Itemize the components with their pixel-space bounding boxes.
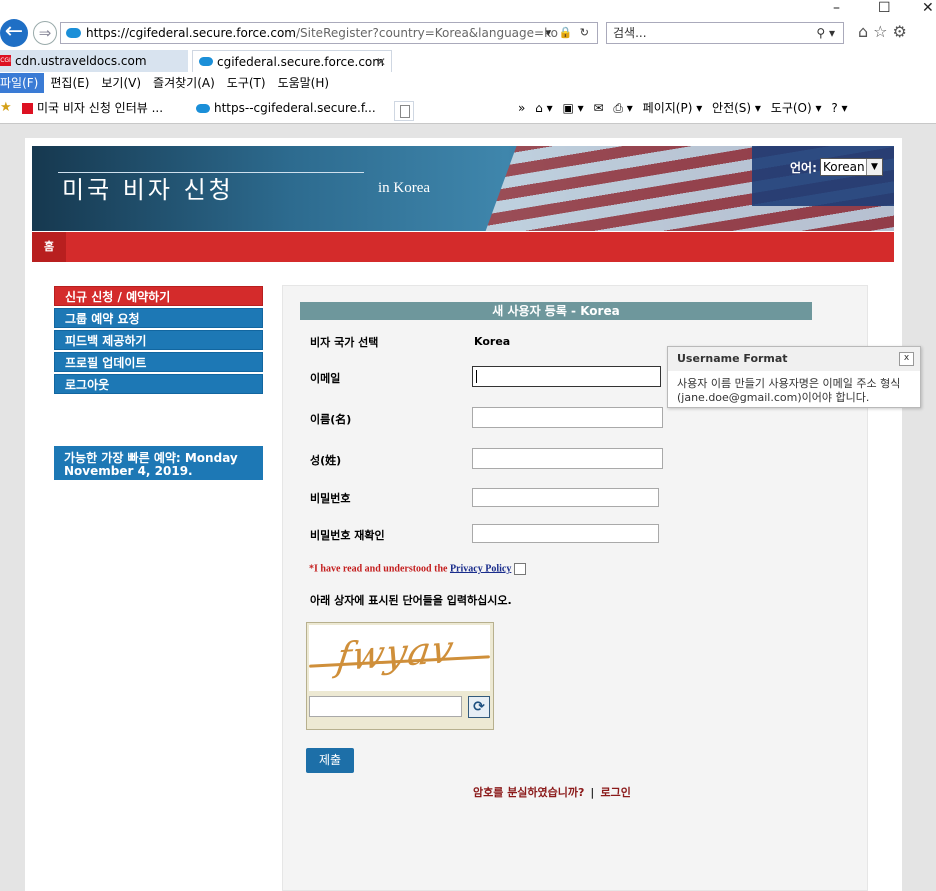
tooltip-body: 사용자 이름 만들기 사용자명은 이메일 주소 형식(jane.doe@gmai…: [677, 377, 901, 404]
privacy-policy-link[interactable]: Privacy Policy: [450, 563, 511, 574]
menu-tools[interactable]: 도구(T): [221, 73, 272, 93]
maximize-button[interactable]: ☐: [878, 0, 891, 16]
address-controls[interactable]: ▾ 🔒 ↻: [546, 23, 591, 43]
sidebar-item-new-application[interactable]: 신규 신청 / 예약하기: [54, 286, 263, 306]
close-icon[interactable]: x: [899, 352, 914, 366]
sidebar-nav: 신규 신청 / 예약하기 그룹 예약 요청 피드백 제공하기 프로필 업데이트 …: [54, 286, 263, 396]
password-confirm-label: 비밀번호 재확인: [310, 529, 385, 542]
help-icon[interactable]: ? ▾: [831, 101, 847, 115]
captcha-image: fwyav: [309, 625, 490, 691]
back-arrow-icon[interactable]: ←: [0, 19, 28, 47]
salesforce-favicon-icon: [66, 28, 81, 38]
salesforce-favicon-icon: [199, 57, 213, 66]
menu-view[interactable]: 보기(V): [95, 73, 147, 93]
menu-edit[interactable]: 편집(E): [44, 73, 95, 93]
password-label: 비밀번호: [310, 492, 351, 505]
toolbar-icons[interactable]: ⌂☆⚙: [858, 22, 912, 41]
sidebar-item-feedback[interactable]: 피드백 제공하기: [54, 330, 263, 350]
link-separator: |: [590, 786, 595, 799]
star-icon: ☆: [873, 22, 893, 41]
salesforce-favicon-icon: [196, 104, 210, 113]
cgi-favicon-icon: CGI: [0, 55, 11, 66]
favorite-cgifederal[interactable]: https--cgifederal.secure.f...: [196, 96, 376, 120]
rss-feed-icon[interactable]: ▣ ▾: [562, 101, 583, 115]
email-label: 이메일: [310, 372, 341, 385]
cgi-favicon-icon: [22, 103, 33, 114]
close-window-button[interactable]: ✕: [922, 0, 934, 16]
username-format-tooltip: Username Format x 사용자 이름 만들기 사용자명은 이메일 주…: [667, 346, 921, 408]
search-icon[interactable]: ⚲ ▾: [816, 23, 835, 43]
safety-menu[interactable]: 안전(S) ▾: [712, 101, 761, 115]
tab-label: cgifederal.secure.force.com: [217, 55, 384, 69]
top-nav-bar: 홈: [32, 232, 894, 262]
tooltip-title: Username Format: [677, 352, 788, 365]
gear-icon: ⚙: [892, 22, 912, 41]
tools-menu[interactable]: 도구(O) ▾: [771, 101, 822, 115]
first-name-field[interactable]: [472, 407, 663, 428]
print-icon[interactable]: ⎙ ▾: [613, 101, 632, 115]
language-label: 언어:: [790, 161, 817, 175]
password-confirm-field[interactable]: [472, 524, 659, 543]
menu-bar: 파일(F) 편집(E) 보기(V) 즐겨찾기(A) 도구(T) 도움말(H): [0, 73, 335, 93]
url-path: /SiteRegister?country=Korea&language=ko: [295, 26, 558, 40]
favorites-star-icon[interactable]: ★: [0, 96, 12, 120]
site-subtitle: in Korea: [378, 180, 431, 196]
forward-arrow-icon[interactable]: ⇒: [33, 21, 57, 45]
minimize-button[interactable]: –: [833, 0, 840, 16]
last-name-label: 성(姓): [310, 454, 342, 467]
earliest-appointment-box: 가능한 가장 빠른 예약: Monday November 4, 2019.: [54, 446, 263, 480]
flag-canton: [752, 146, 894, 206]
search-placeholder: 검색...: [613, 26, 647, 40]
tab-bar: CGI cdn.ustraveldocs.com cgifederal.secu…: [0, 50, 936, 121]
tab-cgifederal[interactable]: cgifederal.secure.force.com ✕: [192, 50, 392, 72]
mail-icon[interactable]: ✉: [593, 101, 603, 115]
menu-help[interactable]: 도움말(H): [272, 73, 336, 93]
language-select[interactable]: Korean ▼: [820, 158, 883, 176]
form-header: 새 사용자 등록 - Korea: [300, 302, 812, 320]
privacy-checkbox[interactable]: [514, 563, 527, 575]
menu-favorites[interactable]: 즐겨찾기(A): [147, 73, 221, 93]
sidebar-item-logout[interactable]: 로그아웃: [54, 374, 263, 394]
last-name-field[interactable]: [472, 448, 663, 469]
privacy-statement: *I have read and understood the Privacy …: [309, 563, 527, 575]
browser-chrome: – ☐ ✕ ← ⇒ https://cgifederal.secure.forc…: [0, 0, 936, 124]
refresh-icon[interactable]: ⟳: [468, 696, 490, 718]
home-dropdown-icon[interactable]: ⌂ ▾: [535, 101, 552, 115]
privacy-text: *I have read and understood the: [309, 563, 448, 575]
url-host: https://cgifederal.secure.force.com: [86, 26, 296, 40]
chevron-more-icon[interactable]: »: [518, 101, 525, 115]
bottom-links: 암호를 분실하였습니까? | 로그인: [473, 784, 631, 800]
menu-file[interactable]: 파일(F): [0, 73, 45, 93]
address-bar[interactable]: https://cgifederal.secure.force.com/Site…: [60, 22, 598, 44]
home-icon: ⌂: [858, 22, 874, 41]
login-link[interactable]: 로그인: [600, 786, 630, 799]
command-bar: » ⌂ ▾ ▣ ▾ ✉ ⎙ ▾ 페이지(P) ▾ 안전(S) ▾ 도구(O) ▾…: [518, 96, 854, 120]
search-box[interactable]: 검색... ⚲ ▾: [606, 22, 844, 44]
captcha-instruction: 아래 상자에 표시된 단어들을 입력하십시오.: [310, 594, 512, 607]
language-value: Korean: [823, 160, 865, 174]
favorite-label: 미국 비자 신청 인터뷰 ...: [37, 101, 164, 115]
captcha-word: fwyav: [334, 626, 458, 680]
sidebar-item-group-appointment[interactable]: 그룹 예약 요청: [54, 308, 263, 328]
tab-cdn-ustraveldocs[interactable]: CGI cdn.ustraveldocs.com: [0, 50, 188, 72]
home-link[interactable]: 홈: [32, 232, 66, 262]
favorite-label: https--cgifederal.secure.f...: [214, 101, 376, 115]
forgot-password-link[interactable]: 암호를 분실하였습니까?: [473, 786, 584, 799]
close-tab-icon[interactable]: ✕: [376, 51, 386, 73]
country-label: 비자 국가 선택: [310, 336, 379, 349]
tab-label: cdn.ustraveldocs.com: [15, 54, 147, 68]
submit-button[interactable]: 제출: [306, 748, 354, 773]
site-title: 미국 비자 신청: [62, 176, 234, 204]
site-banner: 미국 비자 신청 in Korea 언어: Korean ▼: [32, 146, 894, 231]
text-caret: [476, 370, 477, 383]
favorite-visa-interview[interactable]: 미국 비자 신청 인터뷰 ...: [22, 96, 163, 120]
country-value: Korea: [474, 335, 511, 348]
chevron-down-icon: ▼: [866, 159, 882, 175]
email-field[interactable]: [472, 366, 661, 387]
captcha-input[interactable]: [309, 696, 462, 717]
first-name-label: 이름(名): [310, 413, 352, 426]
sidebar-item-update-profile[interactable]: 프로필 업데이트: [54, 352, 263, 372]
page-menu[interactable]: 페이지(P) ▾: [643, 101, 703, 115]
password-field[interactable]: [472, 488, 659, 507]
